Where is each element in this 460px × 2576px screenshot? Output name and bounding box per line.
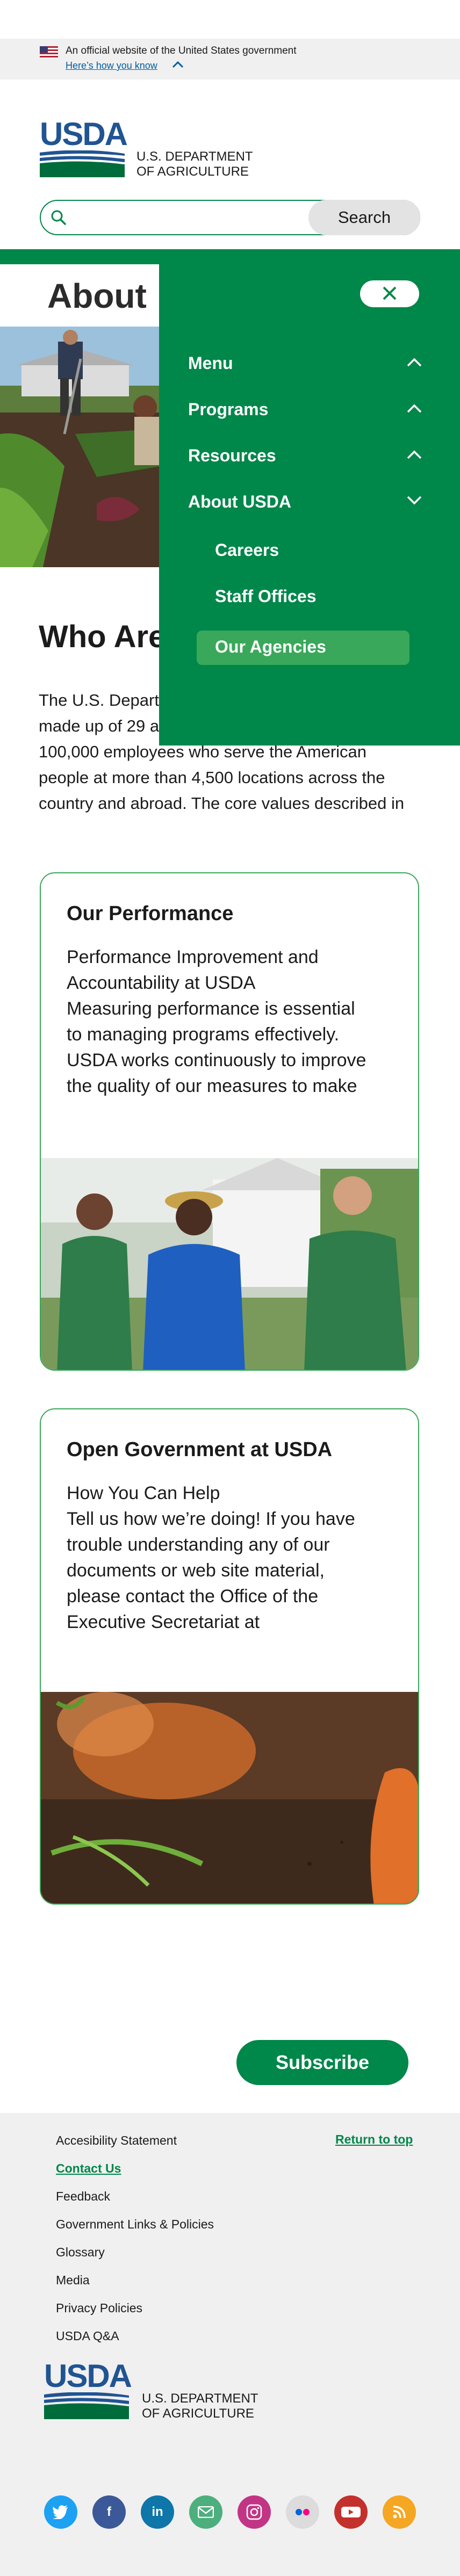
card-line: USDA works continuously to improve [67, 1050, 366, 1070]
footer-link-media[interactable]: Media [56, 2273, 90, 2288]
card-line: please contact the Office of the [67, 1586, 319, 1607]
body-line: country and abroad. The core values desc… [39, 794, 405, 813]
instagram-icon[interactable] [238, 2495, 271, 2529]
page-title: About [47, 277, 147, 315]
footer-link-contact-us[interactable]: Contact Us [56, 2161, 121, 2176]
submenu-item-our-agencies[interactable]: Our Agencies [215, 637, 326, 657]
submenu-item-careers[interactable]: Careers [215, 540, 279, 560]
chevron-up-icon[interactable] [172, 59, 184, 71]
footer-link-usda-qa[interactable]: USDA Q&A [56, 2329, 119, 2343]
mobile-menu-panel: Menu Programs Resources About USDA Caree… [159, 264, 460, 746]
body-line: people at more than 4,500 locations acro… [39, 768, 385, 787]
card-line: Measuring performance is essential [67, 998, 355, 1019]
close-icon [383, 286, 397, 300]
footer-link-privacy-policies[interactable]: Privacy Policies [56, 2301, 142, 2315]
search-icon [51, 210, 66, 225]
twitter-icon[interactable] [44, 2495, 77, 2529]
us-flag-icon [40, 46, 58, 58]
card-title: Our Performance [67, 902, 234, 925]
footer-link-glossary[interactable]: Glossary [56, 2245, 105, 2260]
footer-link-feedback[interactable]: Feedback [56, 2189, 110, 2204]
youtube-icon[interactable] [334, 2495, 368, 2529]
card-line: Executive Secretariat at [67, 1612, 260, 1632]
farm-photo [0, 327, 161, 567]
card-line: to managing programs effectively. [67, 1024, 340, 1045]
footer-department-name: U.S. DEPARTMENT OF AGRICULTURE [142, 2391, 258, 2421]
footer-link-accessibility[interactable]: Accesibility Statement [56, 2133, 177, 2148]
card-image [41, 1692, 418, 1904]
subscribe-button[interactable]: Subscribe [236, 2040, 408, 2085]
card-image [41, 1158, 418, 1370]
usda-logo-bars-icon [40, 150, 125, 177]
submenu-item-staff-offices[interactable]: Staff Offices [215, 587, 316, 606]
search-button[interactable]: Search [308, 200, 420, 235]
footer-link-government-links[interactable]: Government Links & Policies [56, 2217, 214, 2232]
menu-item-resources[interactable]: Resources [188, 446, 276, 466]
heres-how-you-know-link[interactable]: Here’s how you know [66, 60, 157, 71]
linkedin-icon[interactable]: in [141, 2495, 174, 2529]
footer: Return to top Accesibility Statement Con… [0, 2113, 460, 2576]
menu-item-menu[interactable]: Menu [188, 353, 233, 373]
nav-bar [0, 249, 460, 264]
dept-line-1: U.S. DEPARTMENT [142, 2391, 258, 2406]
department-name: U.S. DEPARTMENT OF AGRICULTURE [136, 149, 253, 179]
card-line: How You Can Help [67, 1483, 220, 1503]
card-line: trouble understanding any of our [67, 1535, 330, 1555]
chevron-down-icon[interactable] [406, 495, 422, 506]
card-line: documents or web site material, [67, 1560, 325, 1581]
people-photo [41, 1158, 418, 1370]
card-line: the quality of our measures to make [67, 1076, 357, 1096]
return-to-top-link[interactable]: Return to top [335, 2132, 413, 2147]
footer-usda-logo[interactable]: USDA [44, 2358, 132, 2420]
card-body: Performance Improvement and Accountabili… [67, 944, 400, 1099]
carrot-photo [41, 1692, 418, 1904]
usda-logo-text: USDA [40, 116, 128, 152]
facebook-icon[interactable]: f [92, 2495, 126, 2529]
card-line: Tell us how we’re doing! If you have [67, 1509, 355, 1529]
flickr-icon[interactable] [286, 2495, 319, 2529]
usda-logo-text: USDA [44, 2358, 132, 2394]
card-title: Open Government at USDA [67, 1438, 333, 1461]
card-open-government[interactable]: Open Government at USDA How You Can Help… [40, 1408, 419, 1905]
section-title: Who Are [39, 619, 166, 654]
card-body: How You Can Help Tell us how we’re doing… [67, 1480, 400, 1635]
search-input[interactable] [74, 206, 311, 229]
dept-line-2: OF AGRICULTURE [136, 164, 249, 179]
rss-icon[interactable] [383, 2495, 416, 2529]
search-bar: Search [40, 200, 420, 235]
hero-image [0, 327, 161, 567]
gov-banner-text: An official website of the United States… [66, 45, 297, 56]
dept-line-1: U.S. DEPARTMENT [136, 149, 253, 164]
email-icon[interactable] [189, 2495, 222, 2529]
usda-logo[interactable]: USDA [40, 116, 128, 178]
chevron-up-icon[interactable] [406, 403, 422, 414]
card-line: Accountability at USDA [67, 973, 256, 993]
card-line: Performance Improvement and [67, 947, 319, 967]
chevron-up-icon[interactable] [406, 357, 422, 367]
dept-line-2: OF AGRICULTURE [142, 2406, 254, 2421]
menu-item-programs[interactable]: Programs [188, 400, 268, 419]
gov-banner: An official website of the United States… [0, 39, 460, 79]
chevron-up-icon[interactable] [406, 449, 422, 460]
menu-close-button[interactable] [360, 280, 419, 307]
menu-item-about-usda[interactable]: About USDA [188, 492, 291, 512]
card-our-performance[interactable]: Our Performance Performance Improvement … [40, 872, 419, 1371]
usda-logo-bars-icon [44, 2392, 129, 2419]
